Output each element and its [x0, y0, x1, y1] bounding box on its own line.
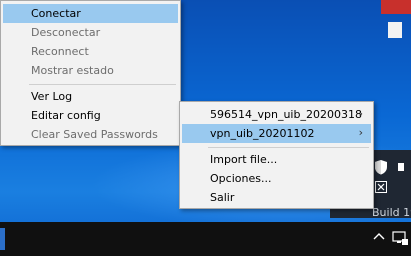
profile-item-596514-vpn-uib-20200318[interactable]: 596514_vpn_uib_20200318 › [182, 105, 371, 124]
desktop-icon-partial[interactable] [381, 0, 411, 14]
menu-item-desconectar[interactable]: Desconectar [3, 23, 178, 42]
menu-item-label: Mostrar estado [31, 64, 114, 77]
menu-separator [208, 147, 369, 148]
show-hidden-icons-chevron-icon[interactable] [372, 230, 386, 246]
start-button-partial[interactable] [0, 228, 5, 250]
profile-item-vpn-uib-20201102[interactable]: vpn_uib_20201102 › [182, 124, 371, 143]
menu-separator [29, 84, 176, 85]
build-watermark-text: Build 19 [372, 206, 411, 219]
menu-item-label: Conectar [31, 7, 81, 20]
menu-item-import-file[interactable]: Import file... [182, 150, 371, 169]
menu-item-salir[interactable]: Salir [182, 188, 371, 207]
menu-item-label: Import file... [210, 153, 278, 166]
menu-item-label: Salir [210, 191, 235, 204]
menu-item-opciones[interactable]: Opciones... [182, 169, 371, 188]
network-monitor-icon[interactable] [392, 230, 408, 246]
desktop-file-icon-partial[interactable] [388, 22, 402, 38]
profile-label: 596514_vpn_uib_20200318 [210, 108, 362, 121]
menu-item-label: Clear Saved Passwords [31, 128, 158, 141]
menu-item-clear-saved-passwords[interactable]: Clear Saved Passwords [3, 125, 178, 144]
chevron-right-icon: › [358, 107, 363, 120]
menu-item-conectar[interactable]: Conectar [3, 4, 178, 23]
close-icon[interactable] [372, 178, 390, 196]
menu-item-label: Editar config [31, 109, 101, 122]
security-shield-icon[interactable] [372, 158, 390, 176]
openvpn-context-menu: Conectar Desconectar Reconnect Mostrar e… [0, 0, 181, 146]
profile-label: vpn_uib_20201102 [210, 127, 315, 140]
menu-item-label: Ver Log [31, 90, 73, 103]
chevron-right-icon: › [358, 126, 363, 139]
menu-item-reconnect[interactable]: Reconnect [3, 42, 178, 61]
vpn-profile-submenu: 596514_vpn_uib_20200318 › vpn_uib_202011… [179, 101, 374, 209]
menu-item-label: Opciones... [210, 172, 272, 185]
menu-item-label: Desconectar [31, 26, 101, 39]
taskbar [0, 222, 411, 256]
menu-item-label: Reconnect [31, 45, 89, 58]
menu-item-ver-log[interactable]: Ver Log [3, 87, 178, 106]
network-icon-partial[interactable] [392, 158, 410, 176]
menu-item-editar-config[interactable]: Editar config [3, 106, 178, 125]
menu-item-mostrar-estado[interactable]: Mostrar estado [3, 61, 178, 80]
